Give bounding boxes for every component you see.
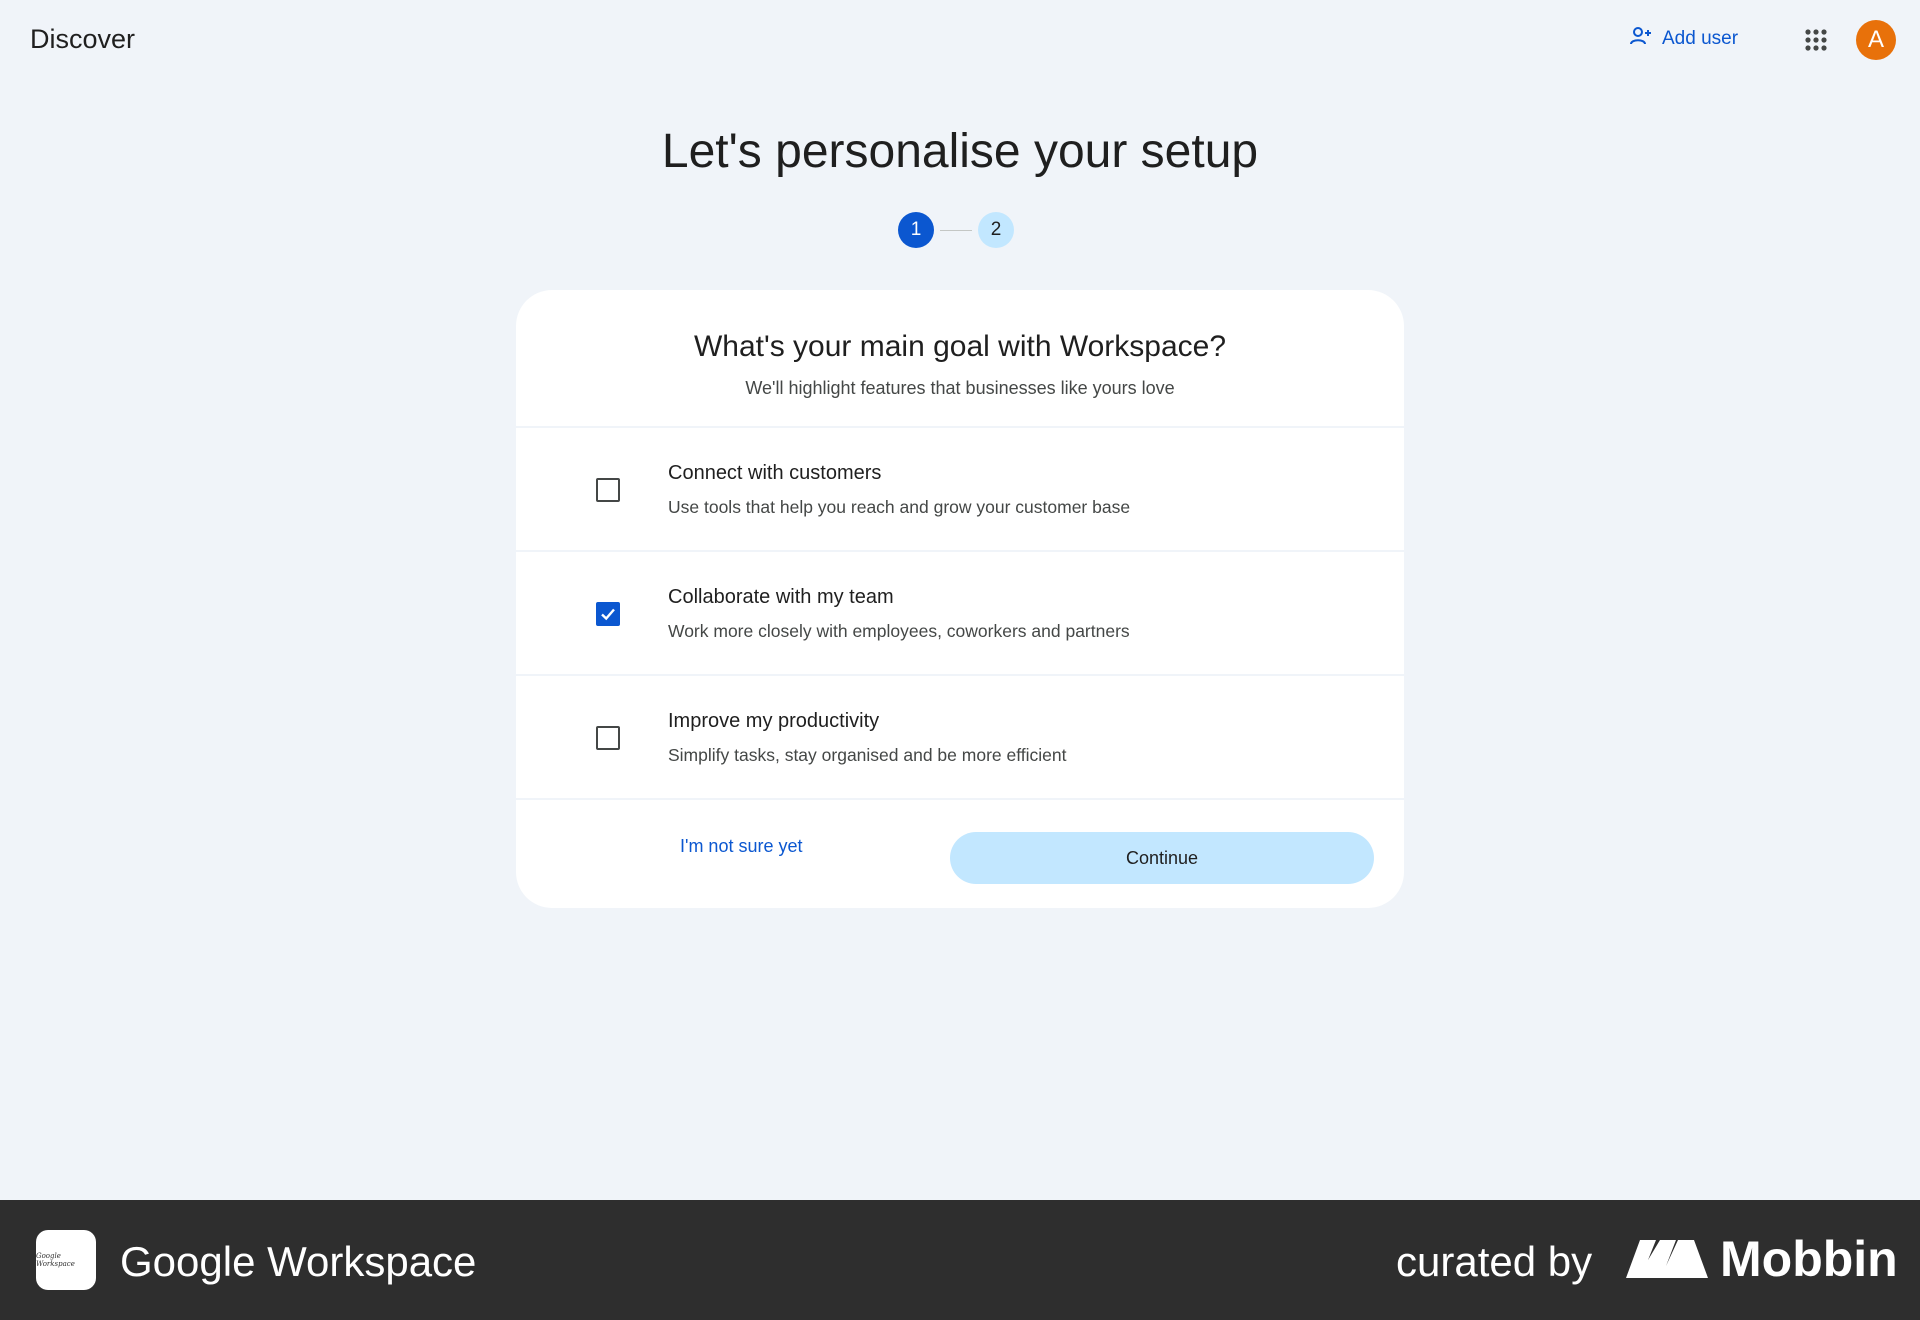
option-description: Work more closely with employees, cowork…: [668, 621, 1130, 641]
step-2-indicator: 2: [978, 212, 1014, 248]
card-header: What's your main goal with Workspace? We…: [516, 290, 1404, 428]
improve-productivity-checkbox[interactable]: [596, 726, 620, 750]
top-bar: Discover Add user A: [0, 0, 1920, 84]
curated-by-text: curated by: [1396, 1238, 1593, 1285]
person-add-icon: [1630, 26, 1652, 52]
goal-card: What's your main goal with Workspace? We…: [516, 290, 1404, 908]
option-title: Improve my productivity: [668, 710, 880, 732]
app-title: Discover: [30, 24, 136, 54]
card-title: What's your main goal with Workspace?: [693, 330, 1227, 363]
option-description: Use tools that help you reach and grow y…: [668, 497, 1131, 517]
option-improve-productivity[interactable]: Improve my productivity Simplify tasks, …: [516, 676, 1404, 800]
apps-grid-icon: [1805, 29, 1827, 51]
footer-banner: Google Workspace Google Workspace curate…: [0, 1200, 1920, 1320]
continue-button[interactable]: Continue: [950, 832, 1374, 884]
connect-customers-checkbox[interactable]: [596, 478, 620, 502]
step-connector: [940, 229, 972, 231]
page-title: Let's personalise your setup: [661, 125, 1259, 178]
option-title: Connect with customers: [668, 462, 882, 484]
apps-button[interactable]: [1800, 24, 1832, 56]
option-title: Collaborate with my team: [668, 586, 894, 608]
add-user-label: Add user: [1662, 28, 1739, 49]
option-collaborate-team[interactable]: Collaborate with my team Work more close…: [516, 552, 1404, 676]
avatar[interactable]: A: [1856, 20, 1896, 60]
step-1-indicator: 1: [898, 212, 934, 248]
card-actions: I'm not sure yet Continue: [516, 800, 1404, 908]
mobbin-brand: Mobbin: [1720, 1231, 1898, 1287]
check-icon: [601, 608, 615, 621]
option-description: Simplify tasks, stay organised and be mo…: [668, 745, 1067, 765]
mobbin-logo-icon: [1626, 1240, 1708, 1278]
app-logo-text: Google Workspace: [36, 1252, 75, 1268]
footer-app-name: Google Workspace: [120, 1238, 477, 1285]
add-user-button[interactable]: Add user: [1630, 26, 1738, 52]
option-connect-customers[interactable]: Connect with customers Use tools that he…: [516, 428, 1404, 552]
collaborate-team-checkbox[interactable]: [596, 602, 620, 626]
card-subtitle: We'll highlight features that businesses…: [745, 378, 1175, 398]
app-logo: Google Workspace: [36, 1230, 96, 1290]
stepper: 1 2: [898, 212, 1014, 248]
not-sure-link[interactable]: I'm not sure yet: [680, 836, 802, 857]
